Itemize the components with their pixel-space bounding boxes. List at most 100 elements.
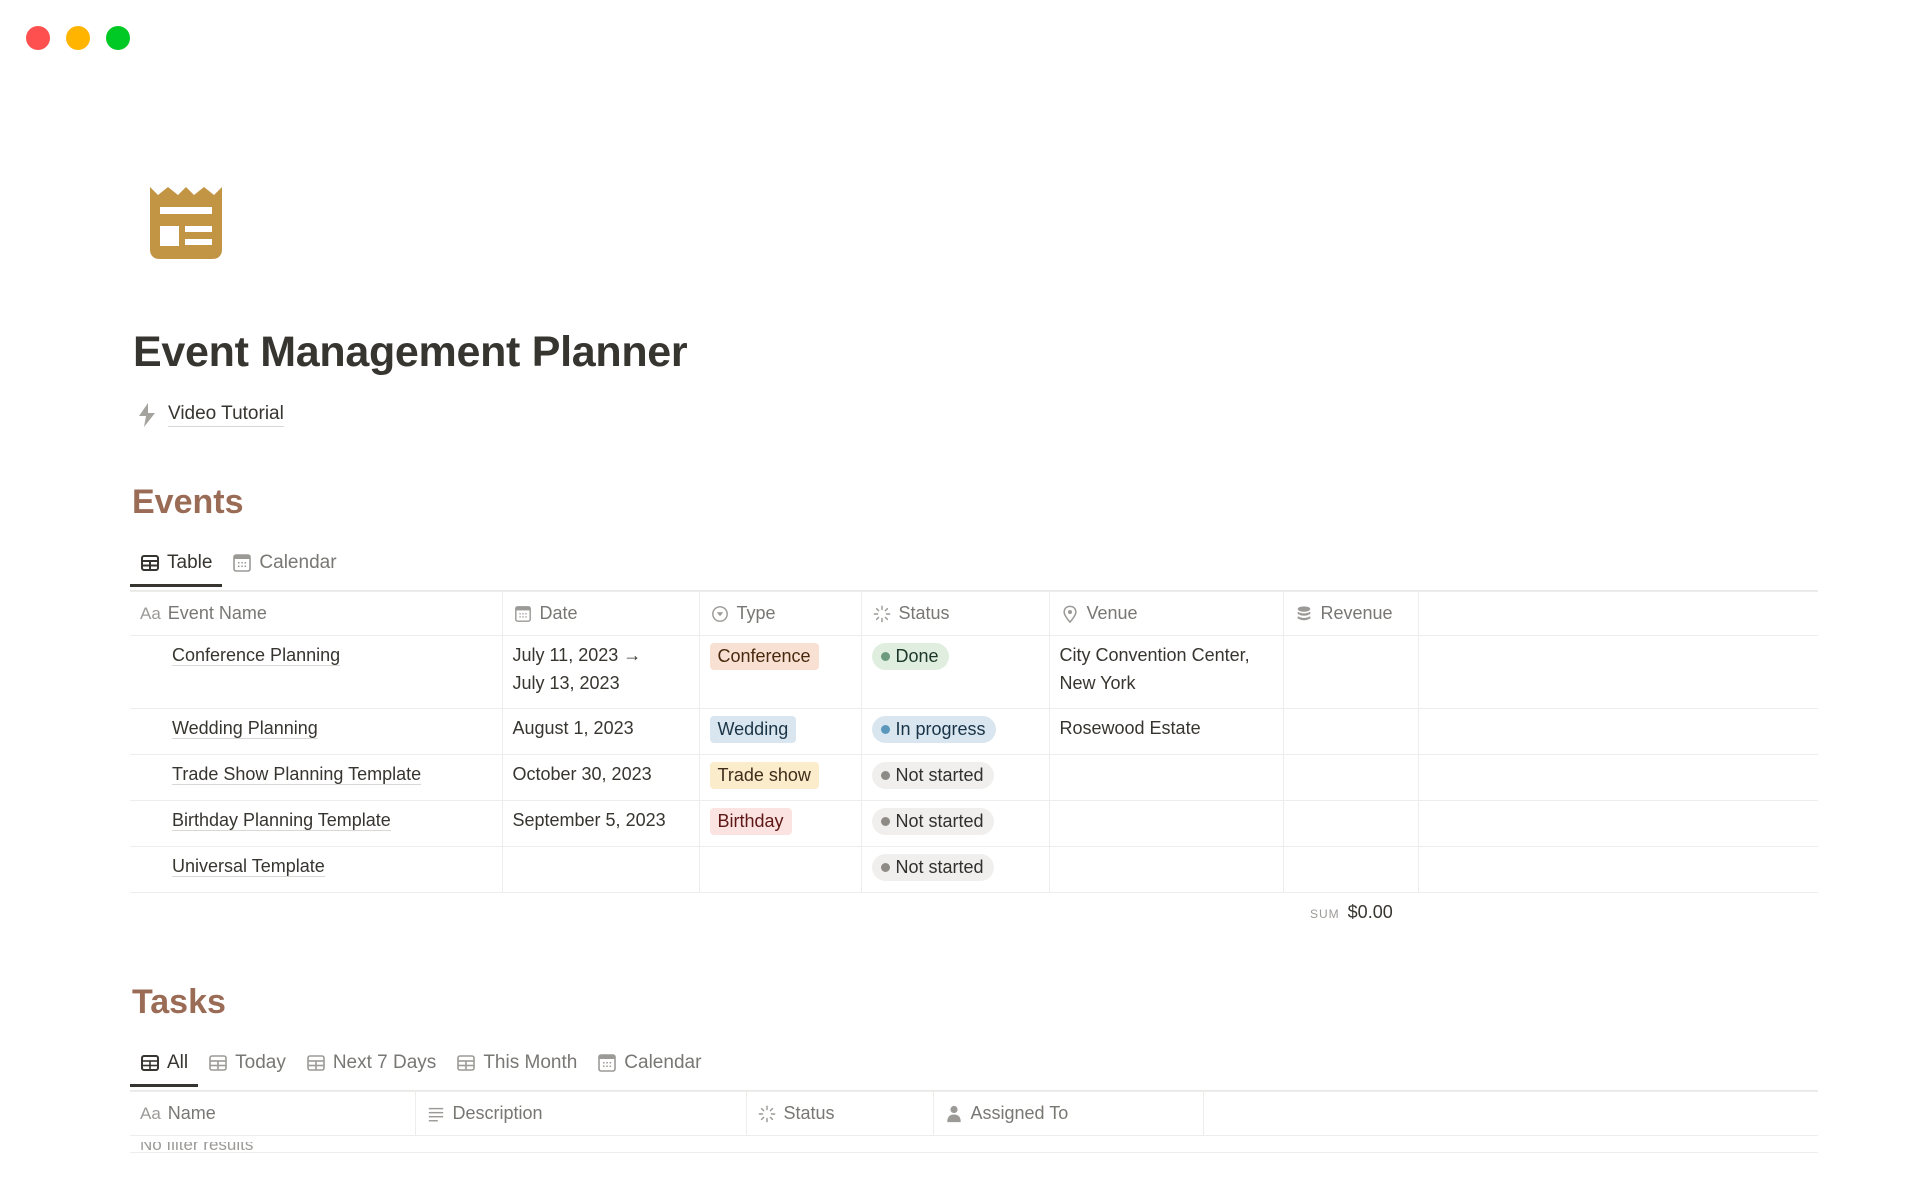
minimize-window-button[interactable] xyxy=(66,26,90,50)
column-header-revenue[interactable]: Revenue xyxy=(1283,591,1419,636)
event-name-cell[interactable]: Universal Template xyxy=(130,846,503,893)
tab-label: Next 7 Days xyxy=(332,1052,437,1073)
revenue-cell[interactable] xyxy=(1283,635,1419,709)
events-view-tabs: Table Calendar xyxy=(130,545,347,587)
venue-cell[interactable]: Rosewood Estate xyxy=(1049,708,1284,755)
status-cell[interactable]: Not started xyxy=(861,800,1050,847)
location-pin-icon xyxy=(1060,604,1080,624)
column-header-description[interactable]: Description xyxy=(415,1091,747,1136)
event-name-cell[interactable]: Conference Planning xyxy=(130,635,503,709)
text-aa-icon: Aa xyxy=(140,603,161,623)
tasks-table: Aa Name Description Status Assigned To xyxy=(130,1091,1818,1136)
type-cell[interactable]: Trade show xyxy=(699,754,862,801)
type-cell[interactable]: Wedding xyxy=(699,708,862,755)
status-cell[interactable]: Not started xyxy=(861,846,1050,893)
event-name-link[interactable]: Conference Planning xyxy=(172,645,341,666)
type-tag: Trade show xyxy=(709,762,819,789)
table-row[interactable]: Conference Planning July 11, 2023 → July 1… xyxy=(130,635,1818,709)
sum-label: SUM xyxy=(1310,907,1340,921)
tab-next-7-days[interactable]: Next 7 Days xyxy=(296,1045,446,1081)
type-cell[interactable] xyxy=(699,846,862,893)
text-aa-icon: Aa xyxy=(140,1103,161,1123)
type-cell[interactable]: Birthday xyxy=(699,800,862,847)
status-badge: In progress xyxy=(871,716,996,743)
table-icon xyxy=(307,1055,325,1071)
column-header-add[interactable] xyxy=(1418,591,1818,636)
date-start: July 11, 2023 → xyxy=(512,645,642,665)
column-header-event-name[interactable]: Aa Event Name xyxy=(130,591,503,636)
revenue-cell[interactable] xyxy=(1283,846,1419,893)
column-header-type[interactable]: Type xyxy=(699,591,862,636)
events-table: Aa Event Name Date Type Status Venue Reve… xyxy=(130,591,1818,893)
calendar-icon xyxy=(598,1054,617,1072)
tasks-view-tabs: All Today Next 7 Days This Month Calendar xyxy=(130,1045,711,1087)
tab-this-month[interactable]: This Month xyxy=(446,1045,587,1081)
event-name-cell[interactable]: Wedding Planning xyxy=(130,708,503,755)
tab-today[interactable]: Today xyxy=(198,1045,296,1081)
tab-calendar[interactable]: Calendar xyxy=(587,1045,711,1081)
calendar-icon xyxy=(513,604,533,624)
event-name-link[interactable]: Birthday Planning Template xyxy=(172,810,391,831)
date-cell[interactable]: July 11, 2023 → July 13, 2023 xyxy=(502,635,700,709)
text-lines-icon xyxy=(426,1104,446,1124)
venue-cell[interactable] xyxy=(1049,754,1284,801)
column-header-status[interactable]: Status xyxy=(861,591,1050,636)
empty-cell xyxy=(1418,800,1818,847)
bolt-icon xyxy=(139,403,155,427)
date-cell[interactable]: September 5, 2023 xyxy=(502,800,700,847)
revenue-sum[interactable]: SUM $0.00 xyxy=(1310,902,1393,923)
table-row[interactable]: Trade Show Planning Template October 30, … xyxy=(130,754,1818,801)
event-name-link[interactable]: Universal Template xyxy=(172,856,325,877)
venue-cell[interactable] xyxy=(1049,846,1284,893)
table-row[interactable]: Birthday Planning Template September 5, 2… xyxy=(130,800,1818,847)
table-icon xyxy=(141,555,159,571)
calendar-icon xyxy=(233,554,252,572)
status-cell[interactable]: In progress xyxy=(861,708,1050,755)
event-name-link[interactable]: Wedding Planning xyxy=(172,718,318,739)
date-cell[interactable]: August 1, 2023 xyxy=(502,708,700,755)
tab-table[interactable]: Table xyxy=(130,545,223,587)
table-row[interactable]: Universal Template Not started xyxy=(130,846,1818,893)
table-icon xyxy=(209,1055,227,1071)
status-cell[interactable]: Done xyxy=(861,635,1050,709)
column-header-name[interactable]: Aa Name xyxy=(130,1091,416,1136)
status-badge: Not started xyxy=(871,762,994,789)
close-window-button[interactable] xyxy=(26,26,50,50)
status-spinner-icon xyxy=(872,604,892,624)
revenue-cell[interactable] xyxy=(1283,800,1419,847)
table-row[interactable]: Wedding Planning August 1, 2023 Wedding In … xyxy=(130,708,1818,755)
event-name-cell[interactable]: Trade Show Planning Template xyxy=(130,754,503,801)
column-header-status[interactable]: Status xyxy=(746,1091,934,1136)
column-header-date[interactable]: Date xyxy=(502,591,700,636)
date-start: August 1, 2023 xyxy=(512,718,634,738)
event-name-link[interactable]: Trade Show Planning Template xyxy=(172,764,422,785)
newspaper-icon[interactable] xyxy=(148,185,224,261)
venue-cell[interactable] xyxy=(1049,800,1284,847)
type-cell[interactable]: Conference xyxy=(699,635,862,709)
tab-calendar[interactable]: Calendar xyxy=(222,545,346,581)
date-cell[interactable] xyxy=(502,846,700,893)
date-cell[interactable]: October 30, 2023 xyxy=(502,754,700,801)
tab-label: This Month xyxy=(483,1052,578,1073)
revenue-cell[interactable] xyxy=(1283,754,1419,801)
column-header-assigned-to[interactable]: Assigned To xyxy=(933,1091,1204,1136)
status-dot-icon xyxy=(880,771,890,780)
date-start: September 5, 2023 xyxy=(512,810,666,830)
event-name-cell[interactable]: Birthday Planning Template xyxy=(130,800,503,847)
column-header-add[interactable] xyxy=(1203,1091,1818,1136)
revenue-cell[interactable] xyxy=(1283,708,1419,755)
select-icon xyxy=(710,604,730,624)
type-tag: Conference xyxy=(709,643,819,670)
empty-cell xyxy=(1418,708,1818,755)
maximize-window-button[interactable] xyxy=(106,26,130,50)
column-header-venue[interactable]: Venue xyxy=(1049,591,1284,636)
status-dot-icon xyxy=(880,652,890,661)
table-header-row: Aa Name Description Status Assigned To xyxy=(130,1091,1818,1136)
status-cell[interactable]: Not started xyxy=(861,754,1050,801)
venue-cell[interactable]: City Convention Center, New York xyxy=(1049,635,1284,709)
tab-all[interactable]: All xyxy=(130,1045,199,1087)
video-tutorial-link[interactable]: Video Tutorial xyxy=(168,403,284,427)
tab-label: All xyxy=(167,1052,189,1073)
empty-cell xyxy=(1418,635,1818,709)
person-icon xyxy=(944,1104,964,1124)
